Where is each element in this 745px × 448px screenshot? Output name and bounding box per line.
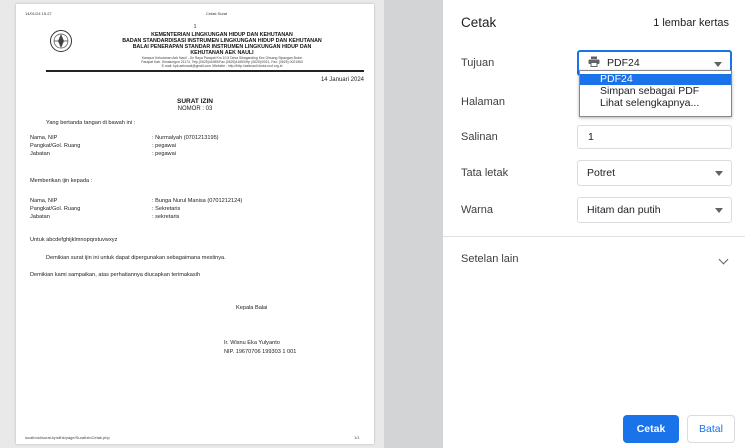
chevron-down-icon (715, 171, 723, 176)
signer-position-label: Jabatan (30, 151, 50, 157)
layout-label: Tata letak (461, 167, 509, 179)
print-preview-area[interactable]: 14/01/24 15.27 Cetak Surat 1 KEMENTERIAN… (0, 0, 384, 448)
print-settings-panel: Cetak 1 lembar kertas Tujuan PDF24 PDF24… (443, 0, 745, 448)
letter-title: SURAT IZIN (177, 98, 213, 105)
page-footer-url: localhost/surat-bpsilhk/page/SuratIzinCe… (25, 435, 110, 440)
recipient-name-label: Nama, NIP (30, 198, 58, 204)
recipient-name-value: : Bunga Nurul Manisa (0701212124) (152, 198, 243, 204)
chevron-down-icon (714, 62, 722, 67)
chevron-down-icon (715, 208, 723, 213)
letterhead-rule (46, 70, 364, 72)
signature-nip: NIP. 19670706 199303 1 001 (224, 349, 297, 355)
destination-option-pdf24[interactable]: PDF24 (580, 74, 731, 85)
letter-closing-2: Demikian kami sampaikan, atas perhatiann… (30, 272, 201, 278)
sheet-count: 1 lembar kertas (653, 17, 729, 29)
letterhead: KEMENTERIAN LINGKUNGAN HIDUP DAN KEHUTAN… (82, 32, 362, 68)
page-header-datetime: 14/01/24 15.27 (25, 11, 52, 16)
more-settings-label: Setelan lain (461, 253, 519, 265)
preview-scroll-gutter[interactable] (384, 0, 443, 448)
signer-name-value: : Nurmalyah (0701213195) (152, 135, 219, 141)
letter-intro: Yang bertanda tangan di bawah ini : (46, 120, 136, 126)
signer-rank-value: : pegawai (152, 143, 176, 149)
print-button[interactable]: Cetak (623, 415, 679, 443)
signer-rank-label: Pangkat/Gol. Ruang (30, 143, 81, 149)
destination-label: Tujuan (461, 57, 495, 69)
color-value: Hitam dan putih (587, 204, 661, 216)
destination-option-see-more[interactable]: Lihat selengkapnya... (580, 98, 731, 109)
section-divider (443, 236, 745, 237)
recipient-rank-value: : Sekretaris (152, 206, 181, 212)
letterhead-address-3: E-mail: bpk.aeknauli@gmail.com /Website … (161, 64, 283, 68)
page-header-title: Cetak Surat (206, 11, 228, 16)
signature-role: Kepala Balai (236, 305, 268, 311)
preview-page: 14/01/24 15.27 Cetak Surat 1 KEMENTERIAN… (16, 4, 374, 444)
destination-option-save-as-pdf[interactable]: Simpan sebagai PDF (580, 86, 731, 97)
pages-label: Halaman (461, 96, 506, 108)
cancel-button[interactable]: Batal (687, 415, 735, 443)
letter-purpose: Untuk abcdefghijklmnopqrstuvwxyz (30, 237, 118, 243)
printer-icon (588, 56, 600, 70)
destination-dropdown-menu: PDF24 Simpan sebagai PDF Lihat selengkap… (579, 70, 732, 117)
ministry-logo-icon (50, 30, 72, 52)
letter-closing-1: Demikian surat ijin ini untuk dapat dipe… (46, 255, 226, 261)
recipient-position-label: Jabatan (30, 214, 50, 220)
copies-label: Salinan (461, 131, 498, 143)
layout-value: Potret (587, 167, 616, 179)
signer-name-label: Nama, NIP (30, 135, 58, 141)
panel-title: Cetak (461, 15, 497, 30)
recipient-rank-label: Pangkat/Gol. Ruang (30, 206, 81, 212)
letter-number: NOMOR : 03 (177, 106, 213, 112)
page-footer-number: 1/1 (354, 435, 360, 440)
copies-input[interactable]: 1 (577, 125, 732, 149)
recipient-position-value: : sekretaris (152, 214, 180, 220)
color-select[interactable]: Hitam dan putih (577, 197, 732, 223)
destination-value: PDF24 (607, 57, 640, 69)
signer-position-value: : pegawai (152, 151, 176, 157)
grant-line: Memberikan ijin kepada : (30, 178, 93, 184)
color-label: Warna (461, 204, 493, 216)
signature-name: Ir. Wisnu Eka Yulyanto (224, 340, 280, 346)
letter-date: 14 Januari 2024 (320, 77, 364, 83)
layout-select[interactable]: Potret (577, 160, 732, 186)
